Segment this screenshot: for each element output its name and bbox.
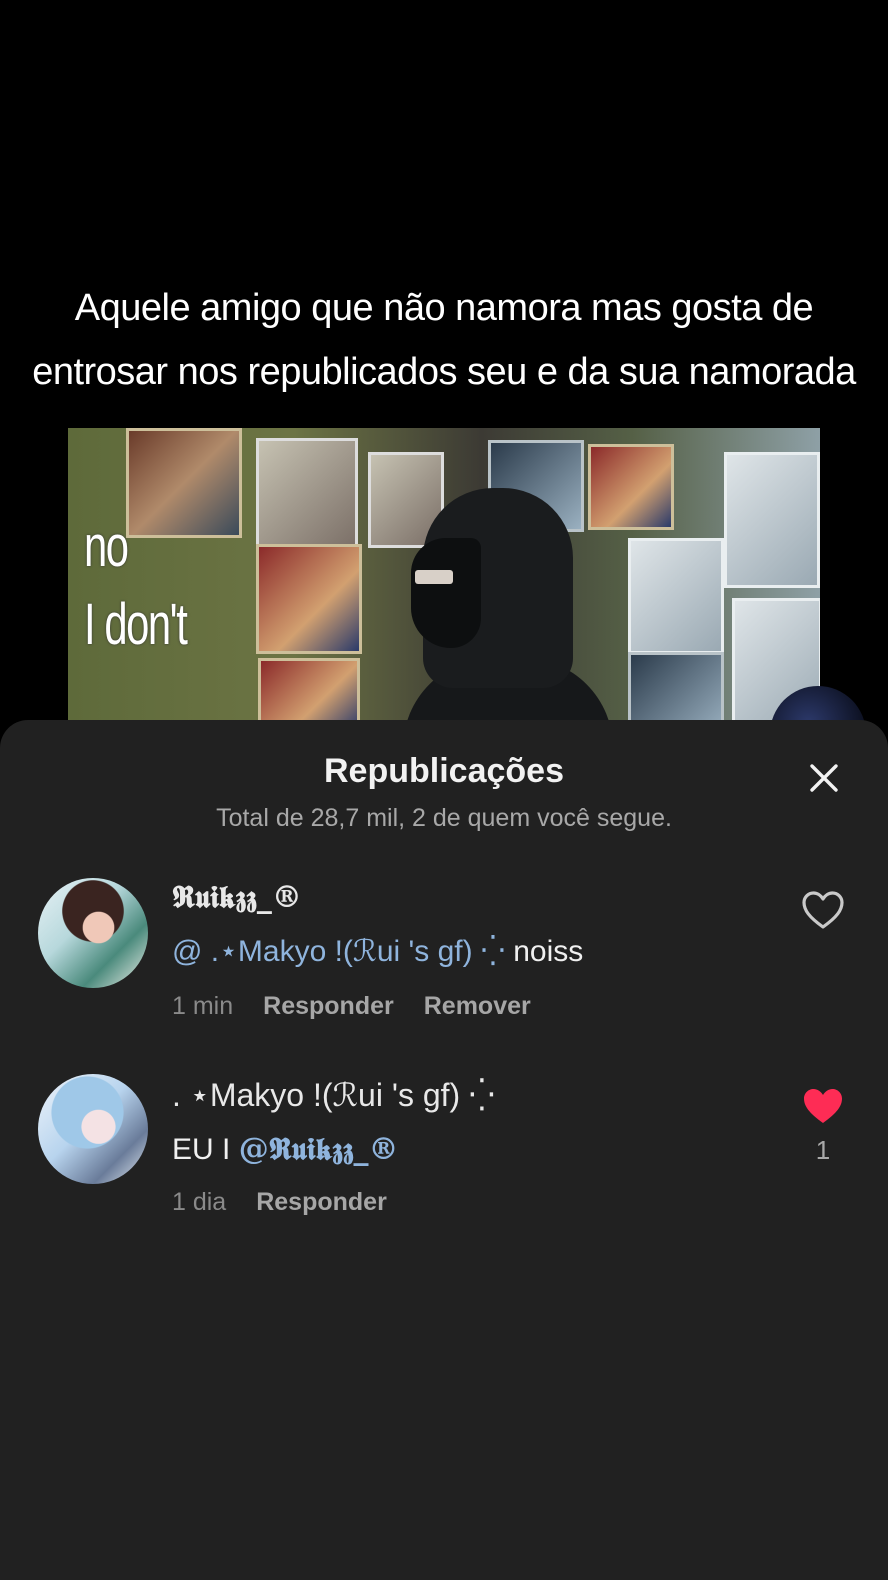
remove-button[interactable]: Remover <box>424 992 531 1021</box>
sheet-subtitle: Total de 28,7 mil, 2 de quem você segue. <box>216 804 672 832</box>
comment-meta: 1 dia Responder <box>172 1188 387 1217</box>
comment-time: 1 min <box>172 992 234 1020</box>
wall-poster <box>628 652 724 728</box>
wall-poster <box>724 452 820 588</box>
video-caption: Aquele amigo que não namora mas gosta de… <box>32 287 856 393</box>
like-button[interactable] <box>800 890 846 939</box>
figure-face <box>411 538 481 648</box>
reply-button[interactable]: Responder <box>263 992 394 1021</box>
like-button[interactable]: 1 <box>800 1086 846 1166</box>
wall-poster <box>256 544 362 654</box>
wall-poster <box>628 538 724 654</box>
heart-filled-icon <box>804 1089 842 1123</box>
wall-poster <box>258 658 360 728</box>
comment-item: . ⋆Makyo !(ℛui 's gf) ⁛ EU I @𝕽𝖚𝖎𝖐𝖟𝖟_® 1… <box>0 1074 888 1234</box>
video-overlay-text: no I don't <box>84 508 188 664</box>
hooded-figure <box>403 488 613 728</box>
sheet-title: Republicações <box>324 752 564 790</box>
reply-button[interactable]: Responder <box>256 1188 387 1217</box>
comment-time: 1 dia <box>172 1188 227 1216</box>
video-overlay-line: no <box>84 514 129 579</box>
reposts-sheet: Republicações Total de 28,7 mil, 2 de qu… <box>0 720 888 1580</box>
comment-text: EU I @𝕽𝖚𝖎𝖐𝖟𝖟_® <box>172 1132 399 1167</box>
close-button[interactable] <box>802 756 846 800</box>
video-frame[interactable]: no I don't <box>68 428 820 728</box>
comment-mention[interactable]: @ .⋆Makyo !(ℛui 's gf) ⁛ <box>172 935 505 968</box>
comment-username[interactable]: . ⋆Makyo !(ℛui 's gf) ⁛ <box>172 1076 495 1114</box>
wall-poster <box>256 438 358 554</box>
close-icon <box>810 764 838 792</box>
screen: Aquele amigo que não namora mas gosta de… <box>0 0 888 1580</box>
like-count: 1 <box>815 1135 831 1165</box>
comment-text: @ .⋆Makyo !(ℛui 's gf) ⁛ noiss <box>172 934 583 969</box>
comment-mention[interactable]: @𝕽𝖚𝖎𝖐𝖟𝖟_® <box>239 1132 399 1167</box>
avatar[interactable] <box>38 878 148 988</box>
avatar[interactable] <box>38 1074 148 1184</box>
comment-body: EU I <box>172 1133 239 1166</box>
figure-mask <box>415 570 453 584</box>
comment-body: noiss <box>504 935 584 968</box>
heart-outline-icon <box>802 891 844 929</box>
video-overlay-line: I don't <box>84 592 188 657</box>
comment-item: 𝕽𝖚𝖎𝖐𝖟𝖟_® @ .⋆Makyo !(ℛui 's gf) ⁛ noiss … <box>0 878 888 1038</box>
comment-meta: 1 min Responder Remover <box>172 992 531 1021</box>
comment-username[interactable]: 𝕽𝖚𝖎𝖐𝖟𝖟_® <box>172 880 302 915</box>
